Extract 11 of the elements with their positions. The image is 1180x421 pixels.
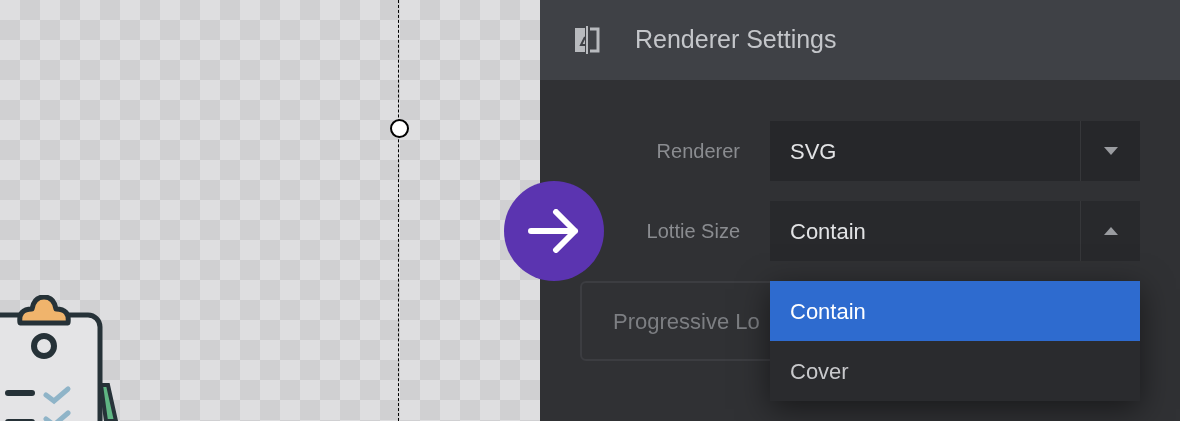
- compare-icon: [573, 25, 601, 55]
- select-field[interactable]: SVG: [770, 121, 1140, 181]
- dropdown-option[interactable]: Contain: [770, 281, 1140, 341]
- caret-down-icon: [1103, 147, 1118, 155]
- caret-up-icon: [1103, 227, 1118, 235]
- arrow-right-icon: [528, 209, 580, 253]
- field-label: Renderer: [656, 139, 740, 164]
- panel-title: Renderer Settings: [635, 24, 837, 56]
- select-field[interactable]: Contain: [770, 201, 1140, 261]
- field-label: Lottie Size: [646, 219, 740, 244]
- guide-handle[interactable]: [390, 119, 409, 138]
